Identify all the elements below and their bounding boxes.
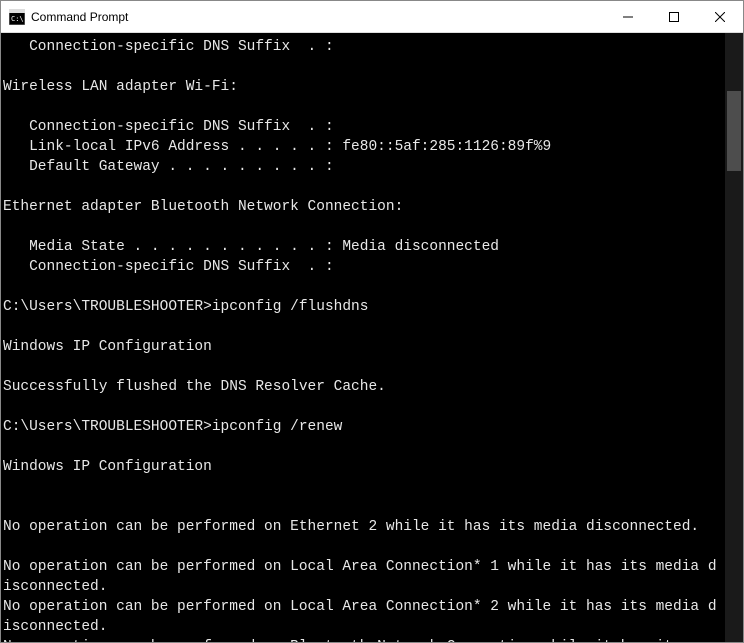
scrollbar-thumb[interactable] <box>727 91 741 171</box>
close-button[interactable] <box>697 1 743 32</box>
maximize-button[interactable] <box>651 1 697 32</box>
scrollbar-track[interactable] <box>725 33 743 642</box>
window-controls <box>605 1 743 32</box>
window-title: Command Prompt <box>31 10 605 24</box>
terminal-output[interactable]: Connection-specific DNS Suffix . : Wirel… <box>1 33 725 642</box>
titlebar: C:\ Command Prompt <box>1 1 743 33</box>
minimize-button[interactable] <box>605 1 651 32</box>
command-prompt-icon: C:\ <box>9 9 25 25</box>
terminal-container: Connection-specific DNS Suffix . : Wirel… <box>1 33 743 642</box>
svg-text:C:\: C:\ <box>11 15 24 23</box>
